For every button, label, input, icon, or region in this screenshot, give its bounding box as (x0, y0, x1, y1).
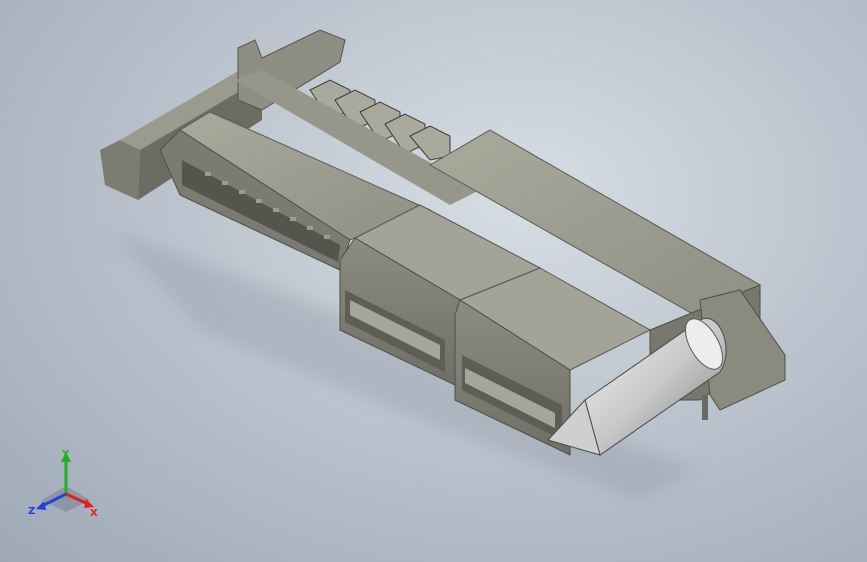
graphics-viewport[interactable]: Y X Z (0, 0, 867, 562)
coordinate-triad: Y X Z (28, 449, 98, 519)
bottom-tab (702, 395, 708, 420)
z-axis-label: Z (28, 506, 35, 517)
y-axis-label: Y (61, 449, 70, 460)
z-axis-arrow (36, 501, 46, 510)
left-latch-front (100, 140, 140, 200)
x-axis-label: X (90, 508, 98, 519)
connector-model[interactable] (0, 0, 867, 562)
